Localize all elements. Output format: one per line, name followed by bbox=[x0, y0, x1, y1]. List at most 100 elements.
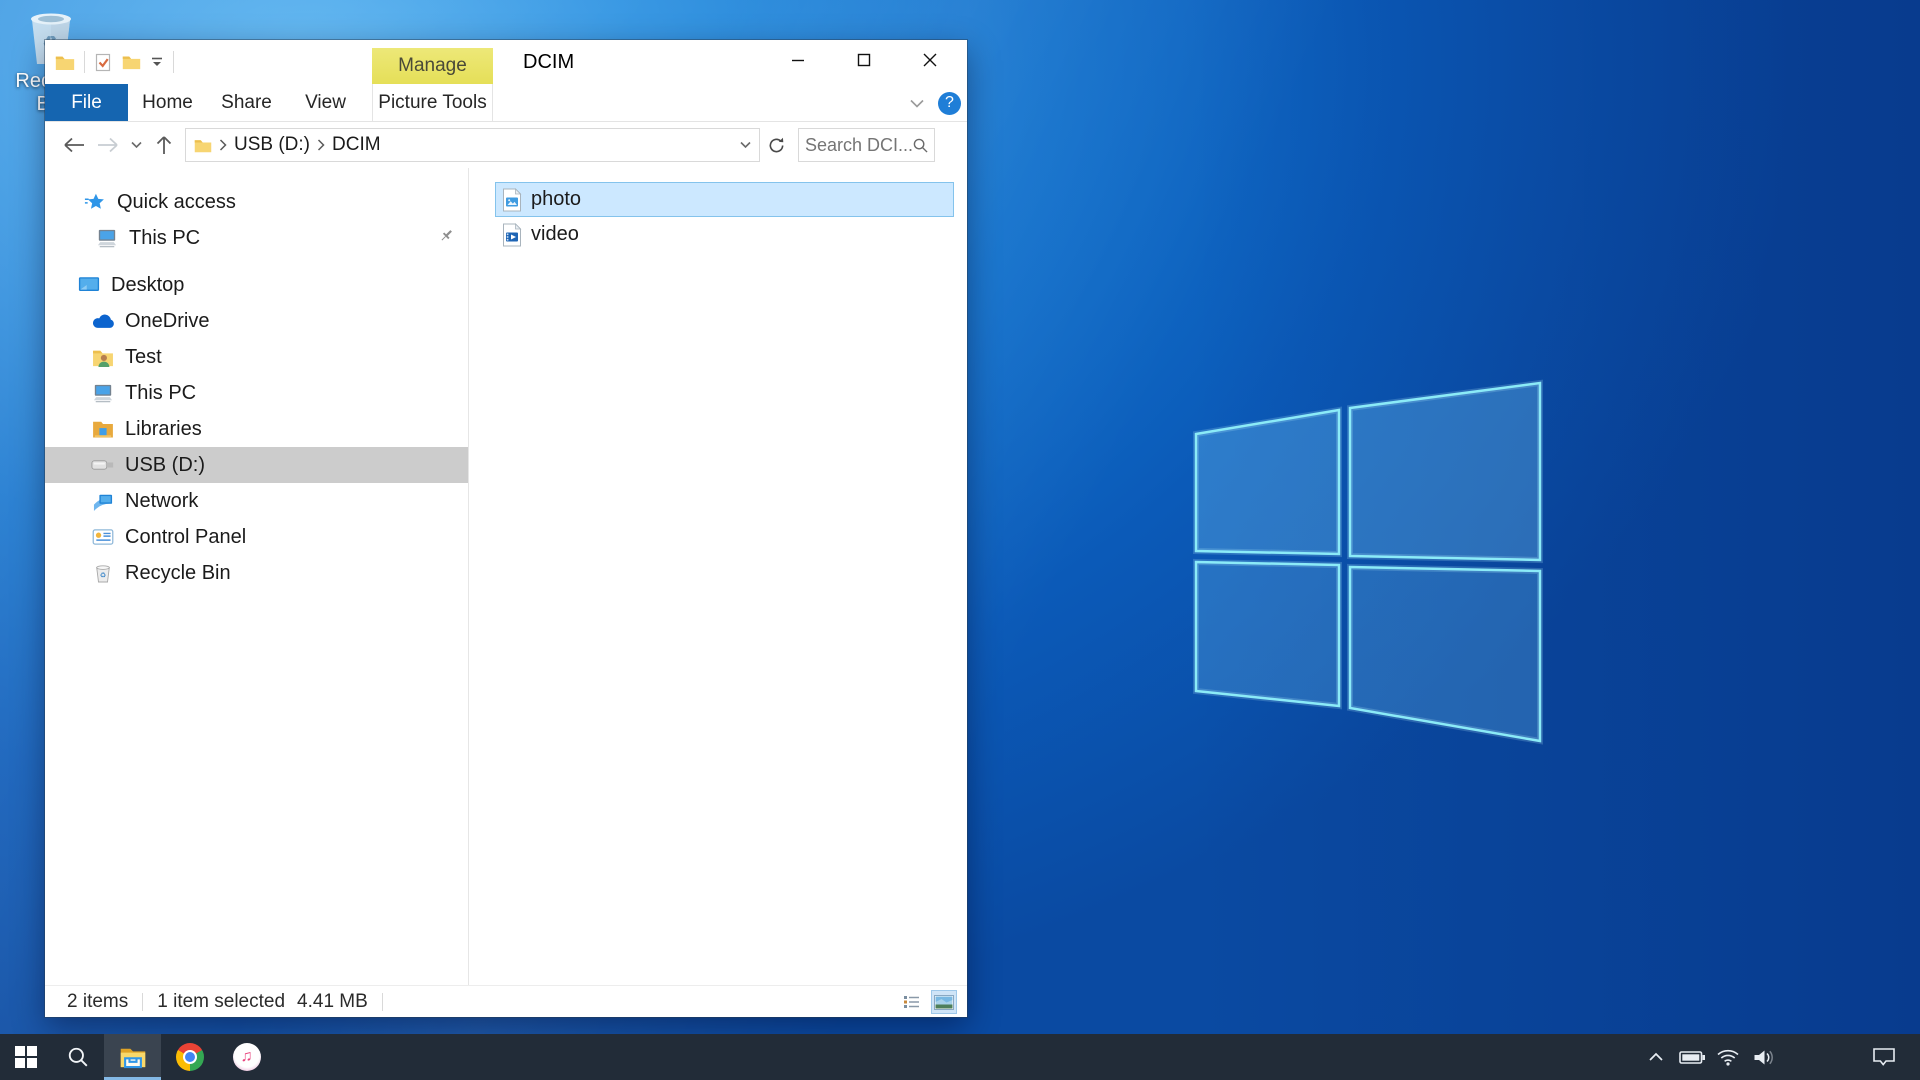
toolbar-separator bbox=[173, 51, 174, 73]
details-view-button[interactable] bbox=[899, 990, 925, 1014]
chevron-up-icon bbox=[1648, 1052, 1664, 1062]
sidebar-item-network[interactable]: Network bbox=[45, 483, 468, 519]
status-bar: 2 items 1 item selected 4.41 MB bbox=[45, 985, 967, 1017]
expand-ribbon-chevron-icon[interactable] bbox=[910, 99, 924, 108]
wifi-icon bbox=[1716, 1048, 1740, 1066]
chrome-icon bbox=[176, 1043, 204, 1071]
back-button[interactable] bbox=[57, 128, 91, 162]
navigation-bar: USB (D:) DCIM Search DCI... bbox=[45, 122, 967, 168]
explorer-content: Quick access This PC Desktop bbox=[45, 168, 967, 985]
taskbar-itunes-button[interactable]: ♫ bbox=[218, 1034, 275, 1080]
items-count: 2 items bbox=[67, 991, 128, 1013]
sidebar-item-label: Control Panel bbox=[125, 526, 246, 549]
desktop-icon bbox=[77, 276, 101, 294]
sidebar-item-onedrive[interactable]: OneDrive bbox=[45, 303, 468, 339]
navigation-pane: Quick access This PC Desktop bbox=[45, 168, 469, 985]
windows-start-icon bbox=[15, 1046, 37, 1068]
customize-quick-access-chevron-icon[interactable] bbox=[150, 57, 164, 68]
pin-icon bbox=[439, 228, 454, 243]
sidebar-item-label: Quick access bbox=[117, 191, 236, 214]
battery-icon bbox=[1679, 1050, 1706, 1065]
file-explorer-window: Manage DCIM File Home Share View Picture… bbox=[45, 40, 967, 1017]
help-label: ? bbox=[945, 94, 954, 112]
address-bar[interactable]: USB (D:) DCIM bbox=[185, 128, 760, 162]
sidebar-item-label: Libraries bbox=[125, 418, 202, 441]
file-name: video bbox=[531, 223, 579, 246]
forward-button[interactable] bbox=[91, 128, 125, 162]
sidebar-item-recycle-bin[interactable]: ♻ Recycle Bin bbox=[45, 555, 468, 591]
wifi-tray-button[interactable] bbox=[1710, 1034, 1746, 1080]
breadcrumb-segment-drive[interactable]: USB (D:) bbox=[234, 134, 310, 156]
sidebar-item-quick-access[interactable]: Quick access bbox=[45, 184, 468, 220]
view-toggles bbox=[899, 990, 957, 1014]
sidebar-item-label: Network bbox=[125, 490, 198, 513]
file-row-photo[interactable]: photo bbox=[495, 182, 954, 217]
minimize-button[interactable] bbox=[765, 40, 831, 80]
system-tray bbox=[1638, 1034, 1920, 1080]
window-caption-buttons bbox=[765, 40, 963, 80]
volume-icon bbox=[1753, 1049, 1776, 1066]
large-icons-view-button[interactable] bbox=[931, 990, 957, 1014]
sidebar-item-desktop[interactable]: Desktop bbox=[45, 267, 468, 303]
title-bar: Manage DCIM bbox=[45, 40, 967, 84]
tab-view[interactable]: View bbox=[286, 84, 365, 121]
close-button[interactable] bbox=[897, 40, 963, 80]
search-box[interactable]: Search DCI... bbox=[798, 128, 935, 162]
recent-locations-chevron-icon[interactable] bbox=[125, 128, 147, 162]
new-folder-button[interactable] bbox=[122, 54, 141, 70]
sidebar-item-label: This PC bbox=[125, 382, 196, 405]
sidebar-item-usb-drive[interactable]: USB (D:) bbox=[45, 447, 468, 483]
hidden-icons-chevron[interactable] bbox=[1638, 1034, 1674, 1080]
file-explorer-icon bbox=[119, 1045, 147, 1069]
sidebar-item-libraries[interactable]: Libraries bbox=[45, 411, 468, 447]
quick-access-star-icon bbox=[83, 191, 107, 213]
status-separator bbox=[142, 993, 143, 1011]
properties-button[interactable] bbox=[94, 53, 113, 72]
search-placeholder: Search DCI... bbox=[805, 135, 913, 156]
sidebar-item-test[interactable]: Test bbox=[45, 339, 468, 375]
volume-tray-button[interactable] bbox=[1746, 1034, 1782, 1080]
battery-tray-button[interactable] bbox=[1674, 1034, 1710, 1080]
recycle-bin-small-icon: ♻ bbox=[91, 563, 115, 583]
sidebar-item-label: Test bbox=[125, 346, 162, 369]
help-button[interactable]: ? bbox=[938, 92, 961, 115]
taskbar-file-explorer-button[interactable] bbox=[104, 1034, 161, 1080]
quick-access-toolbar bbox=[55, 40, 174, 84]
maximize-button[interactable] bbox=[831, 40, 897, 80]
toolbar-separator bbox=[84, 51, 85, 73]
refresh-button[interactable] bbox=[760, 128, 792, 162]
libraries-icon bbox=[91, 420, 115, 438]
sidebar-item-label: Desktop bbox=[111, 274, 184, 297]
up-button[interactable] bbox=[147, 128, 181, 162]
file-row-video[interactable]: video bbox=[495, 217, 954, 252]
tab-share[interactable]: Share bbox=[207, 84, 286, 121]
taskbar-search-button[interactable] bbox=[52, 1034, 104, 1080]
ribbon-tab-row: File Home Share View Picture Tools ? bbox=[45, 84, 967, 122]
control-panel-icon bbox=[91, 529, 115, 545]
tab-file-label: File bbox=[71, 92, 102, 114]
tab-home[interactable]: Home bbox=[128, 84, 207, 121]
contextual-tab-group[interactable]: Manage bbox=[372, 48, 493, 84]
sidebar-item-this-pc-pinned[interactable]: This PC bbox=[45, 220, 468, 256]
search-icon[interactable] bbox=[913, 138, 928, 153]
svg-text:♻: ♻ bbox=[100, 571, 106, 580]
tab-picture-tools-label: Picture Tools bbox=[378, 92, 486, 114]
tab-share-label: Share bbox=[221, 92, 272, 114]
this-pc-icon bbox=[95, 228, 119, 248]
tab-file[interactable]: File bbox=[45, 84, 128, 121]
breadcrumb-segment-folder[interactable]: DCIM bbox=[332, 134, 381, 156]
taskbar: ♫ bbox=[0, 1034, 1920, 1080]
breadcrumb-chevron-icon bbox=[219, 139, 227, 151]
tab-picture-tools[interactable]: Picture Tools bbox=[372, 84, 493, 122]
taskbar-chrome-button[interactable] bbox=[161, 1034, 218, 1080]
network-icon bbox=[91, 492, 115, 511]
sidebar-item-this-pc[interactable]: This PC bbox=[45, 375, 468, 411]
sidebar-item-control-panel[interactable]: Control Panel bbox=[45, 519, 468, 555]
action-center-button[interactable] bbox=[1858, 1034, 1910, 1080]
itunes-icon: ♫ bbox=[233, 1043, 261, 1071]
selection-size: 4.41 MB bbox=[297, 991, 368, 1013]
onedrive-cloud-icon bbox=[91, 313, 115, 329]
address-history-chevron-icon[interactable] bbox=[740, 141, 751, 149]
start-button[interactable] bbox=[0, 1034, 52, 1080]
tab-view-label: View bbox=[305, 92, 346, 114]
